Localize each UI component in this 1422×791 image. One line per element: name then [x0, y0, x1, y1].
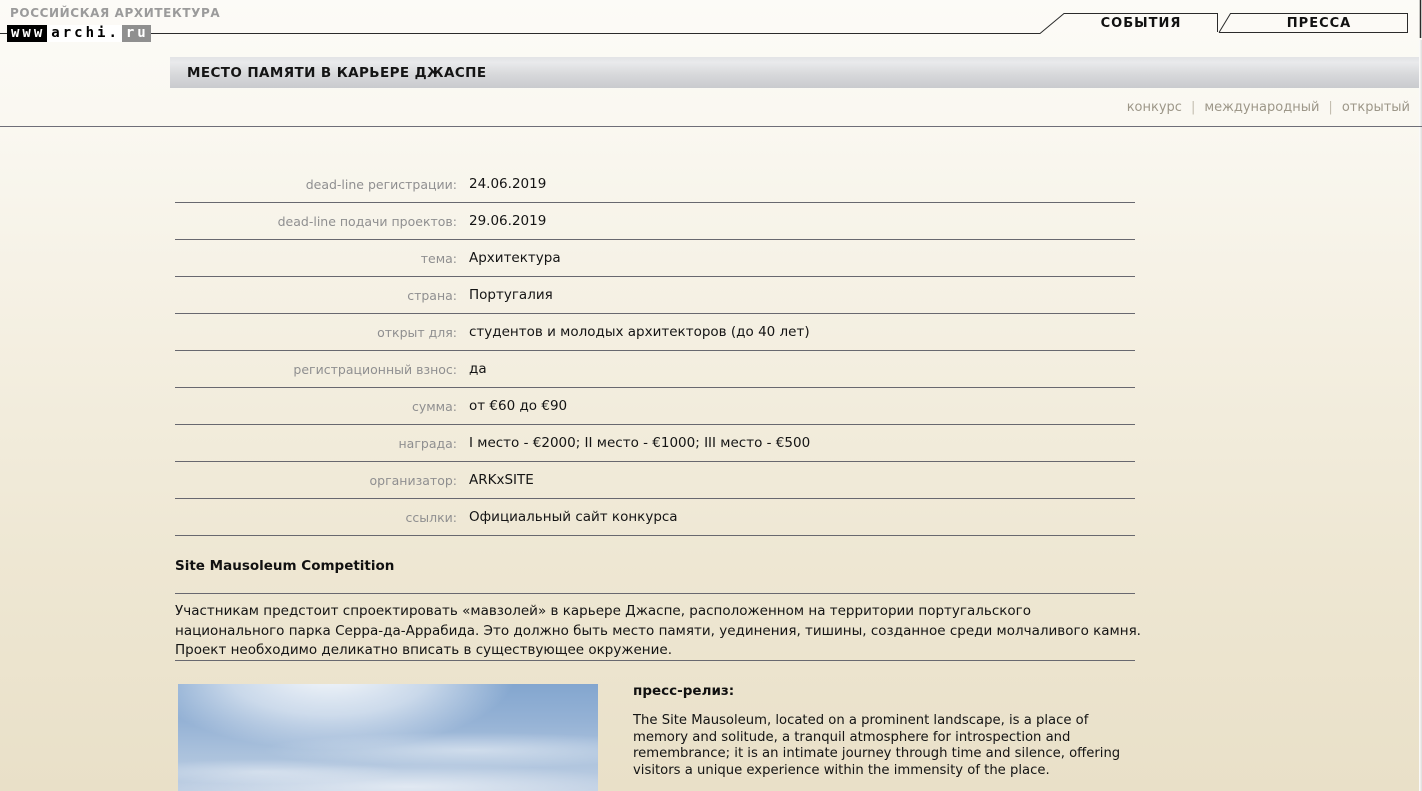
table-row: открыт для: студентов и молодых архитект… [175, 314, 1135, 351]
table-row: сумма: от €60 до €90 [175, 388, 1135, 425]
table-row: тема: Архитектура [175, 240, 1135, 277]
row-value: да [457, 361, 487, 377]
table-row: регистрационный взнос: да [175, 351, 1135, 388]
row-value: 29.06.2019 [457, 213, 546, 229]
official-site-link[interactable]: Официальный сайт конкурса [457, 509, 678, 525]
divider [175, 660, 1135, 661]
row-label: dead-line регистрации: [175, 177, 457, 192]
press-release-text: The Site Mausoleum, located on a promine… [633, 713, 1138, 779]
table-row: dead-line подачи проектов: 29.06.2019 [175, 203, 1135, 240]
table-row: dead-line регистрации: 24.06.2019 [175, 166, 1135, 203]
logo-tld: ru [122, 25, 151, 42]
table-row: ссылки: Официальный сайт конкурса [175, 499, 1135, 536]
sky-photo [178, 684, 598, 791]
row-value: Архитектура [457, 250, 561, 266]
row-value: Португалия [457, 287, 553, 303]
logo-domain: archi. [47, 25, 122, 42]
tab-press[interactable]: ПРЕССА [1230, 14, 1408, 33]
row-label: открыт для: [175, 325, 457, 340]
separator: | [1191, 100, 1195, 115]
row-value: 24.06.2019 [457, 176, 546, 192]
row-label: награда: [175, 436, 457, 451]
divider [175, 593, 1135, 594]
logo-www: www [7, 25, 47, 42]
meta-tag-open[interactable]: открытый [1342, 100, 1410, 115]
table-row: организатор: ARKxSITE [175, 462, 1135, 499]
row-label: регистрационный взнос: [175, 362, 457, 377]
table-row: награда: I место - €2000; II место - €10… [175, 425, 1135, 462]
table-row: страна: Португалия [175, 277, 1135, 314]
row-label: dead-line подачи проектов: [175, 214, 457, 229]
row-label: ссылки: [175, 510, 457, 525]
page-title-bar: МЕСТО ПАМЯТИ В КАРЬЕРЕ ДЖАСПЕ [170, 57, 1419, 88]
page-title: МЕСТО ПАМЯТИ В КАРЬЕРЕ ДЖАСПЕ [187, 65, 486, 81]
row-value: ARKxSITE [457, 472, 534, 488]
separator: | [1328, 100, 1332, 115]
meta-tags: конкурс | международный | открытый [1127, 100, 1410, 115]
row-label: тема: [175, 251, 457, 266]
site-logo[interactable]: wwwarchi.ru [7, 25, 151, 42]
row-value: I место - €2000; II место - €1000; III м… [457, 435, 810, 451]
page: РОССИЙСКАЯ АРХИТЕКТУРА wwwarchi.ru СОБЫТ… [0, 0, 1422, 791]
row-value: студентов и молодых архитекторов (до 40 … [457, 324, 810, 340]
tab-events[interactable]: СОБЫТИЯ [1064, 14, 1218, 33]
meta-tag-international[interactable]: международный [1204, 100, 1319, 115]
article-heading: Site Mausoleum Competition [175, 558, 394, 574]
press-release-label: пресс-релиз: [633, 683, 1138, 699]
row-label: организатор: [175, 473, 457, 488]
row-value: от €60 до €90 [457, 398, 567, 414]
details-table: dead-line регистрации: 24.06.2019 dead-l… [175, 166, 1135, 536]
press-release-block: пресс-релиз: The Site Mausoleum, located… [633, 683, 1138, 779]
divider-full-width [0, 126, 1422, 127]
row-label: сумма: [175, 399, 457, 414]
meta-tag-contest[interactable]: конкурс [1127, 100, 1182, 115]
row-label: страна: [175, 288, 457, 303]
article-summary: Участникам предстоит спроектировать «мав… [175, 602, 1143, 661]
